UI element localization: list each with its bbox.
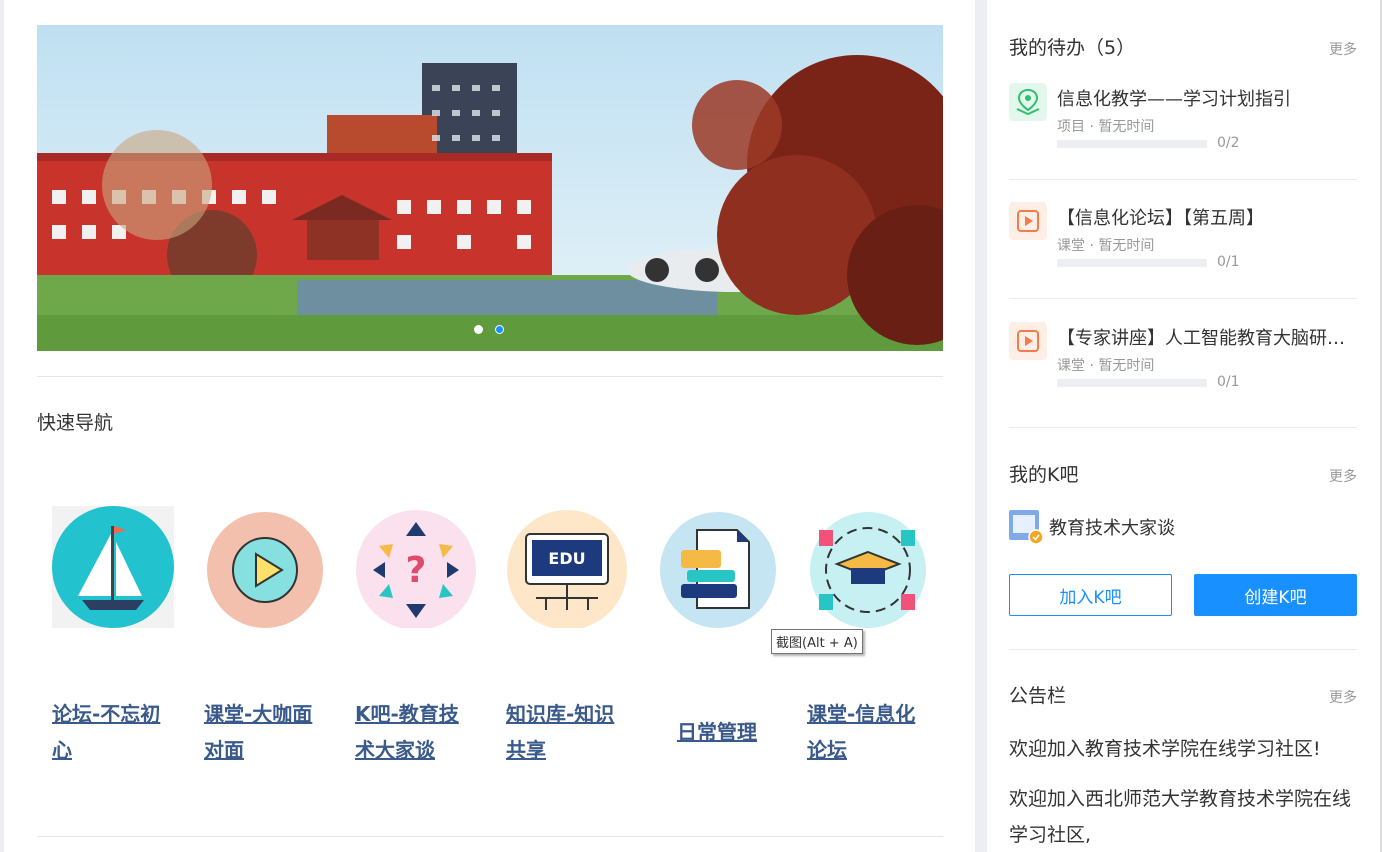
todo-item-meta: 课堂 · 暂无时间 [1057,358,1155,374]
nav-item-knowledge[interactable]: EDU 知识库-知识共享 [506,506,636,762]
join-kba-button[interactable]: 加入K吧 [1009,574,1172,616]
play-icon [1009,322,1047,360]
kba-item[interactable]: 教育技术大家谈 [1009,510,1175,544]
notice-header: 公告栏 更多 [1009,681,1357,708]
kba-header: 我的K吧 更多 [1009,460,1357,487]
divider [37,836,943,837]
todo-item[interactable]: 信息化教学——学习计划指引 项目 · 暂无时间 0/2 [1009,83,1357,203]
notice-item[interactable]: 欢迎加入教育技术学院在线学习社区! [1009,731,1357,767]
graduation-cap-icon [810,512,926,628]
todo-progress-bar [1057,379,1207,387]
todo-title: 我的待办（5） [1009,37,1136,59]
todo-item[interactable]: 【专家讲座】人工智能教育大脑研… 课堂 · 暂无时间 0/1 [1009,322,1357,442]
sailboat-icon [52,506,174,628]
quick-nav-title: 快速导航 [37,412,114,434]
map-pin-icon [1009,83,1047,121]
todo-more-link[interactable]: 更多 [1329,39,1357,59]
nav-item-classroom[interactable]: 课堂-大咖面对面 [204,506,334,762]
todo-item-title[interactable]: 信息化教学——学习计划指引 [1057,85,1357,111]
divider [1009,427,1357,428]
todo-item-title[interactable]: 【信息化论坛】【第五周】 [1057,204,1357,230]
question-arrows-icon: ? [356,510,476,628]
kba-avatar-icon [1009,510,1043,544]
svg-text:EDU: EDU [548,549,585,568]
nav-item-label[interactable]: 知识库-知识共享 [506,696,626,768]
todo-progress-text: 0/1 [1217,374,1240,390]
todo-progress-bar [1057,259,1207,267]
banner-carousel[interactable] [37,25,943,351]
campus-photo [37,25,943,351]
todo-item-meta: 课堂 · 暂无时间 [1057,238,1155,254]
divider [1009,179,1357,180]
create-kba-button[interactable]: 创建K吧 [1194,574,1357,616]
kba-name[interactable]: 教育技术大家谈 [1049,514,1175,540]
todo-item-meta: 项目 · 暂无时间 [1057,119,1155,135]
nav-item-label[interactable]: 课堂-信息化论坛 [807,696,927,768]
nav-item-daily[interactable]: 日常管理 [657,506,787,744]
notice-title: 公告栏 [1009,685,1067,707]
todo-progress-bar [1057,140,1207,148]
todo-item-title[interactable]: 【专家讲座】人工智能教育大脑研… [1057,324,1357,350]
notice-more-link[interactable]: 更多 [1329,687,1357,707]
divider [37,376,943,377]
nav-item-label[interactable]: 课堂-大咖面对面 [204,696,324,768]
main-panel: 快速导航 论坛-不忘初心 课堂-大咖面对面 ? K吧-教育技术大家谈 EDU 知… [4,0,975,852]
nav-item-forum[interactable]: 论坛-不忘初心 [52,506,182,762]
nav-item-kba[interactable]: ? K吧-教育技术大家谈 [355,506,485,762]
svg-text:?: ? [406,550,427,591]
divider [1009,298,1357,299]
nav-item-label[interactable]: K吧-教育技术大家谈 [355,696,475,768]
edu-monitor-icon: EDU [507,510,627,628]
todo-header: 我的待办（5） 更多 [1009,33,1357,60]
play-icon [1009,202,1047,240]
todo-progress-text: 0/1 [1217,254,1240,270]
divider [1009,649,1357,650]
play-icon [207,512,323,628]
side-panel: 我的待办（5） 更多 信息化教学——学习计划指引 项目 · 暂无时间 0/2 【… [987,0,1380,852]
carousel-dot[interactable] [474,325,483,334]
document-icon [660,512,776,628]
screenshot-tooltip: 截图(Alt + A) [771,629,863,654]
carousel-dots [474,325,504,334]
kba-more-link[interactable]: 更多 [1329,466,1357,486]
carousel-dot-active[interactable] [495,325,504,334]
nav-item-label[interactable]: 日常管理 [657,714,777,750]
notice-item[interactable]: 欢迎加入西北师范大学教育技术学院在线学习社区, [1009,781,1357,852]
nav-item-label[interactable]: 论坛-不忘初心 [52,696,172,768]
nav-item-info-forum[interactable]: 课堂-信息化论坛 [807,506,937,762]
todo-progress-text: 0/2 [1217,135,1240,151]
kba-title: 我的K吧 [1009,464,1079,486]
todo-item[interactable]: 【信息化论坛】【第五周】 课堂 · 暂无时间 0/1 [1009,202,1357,322]
